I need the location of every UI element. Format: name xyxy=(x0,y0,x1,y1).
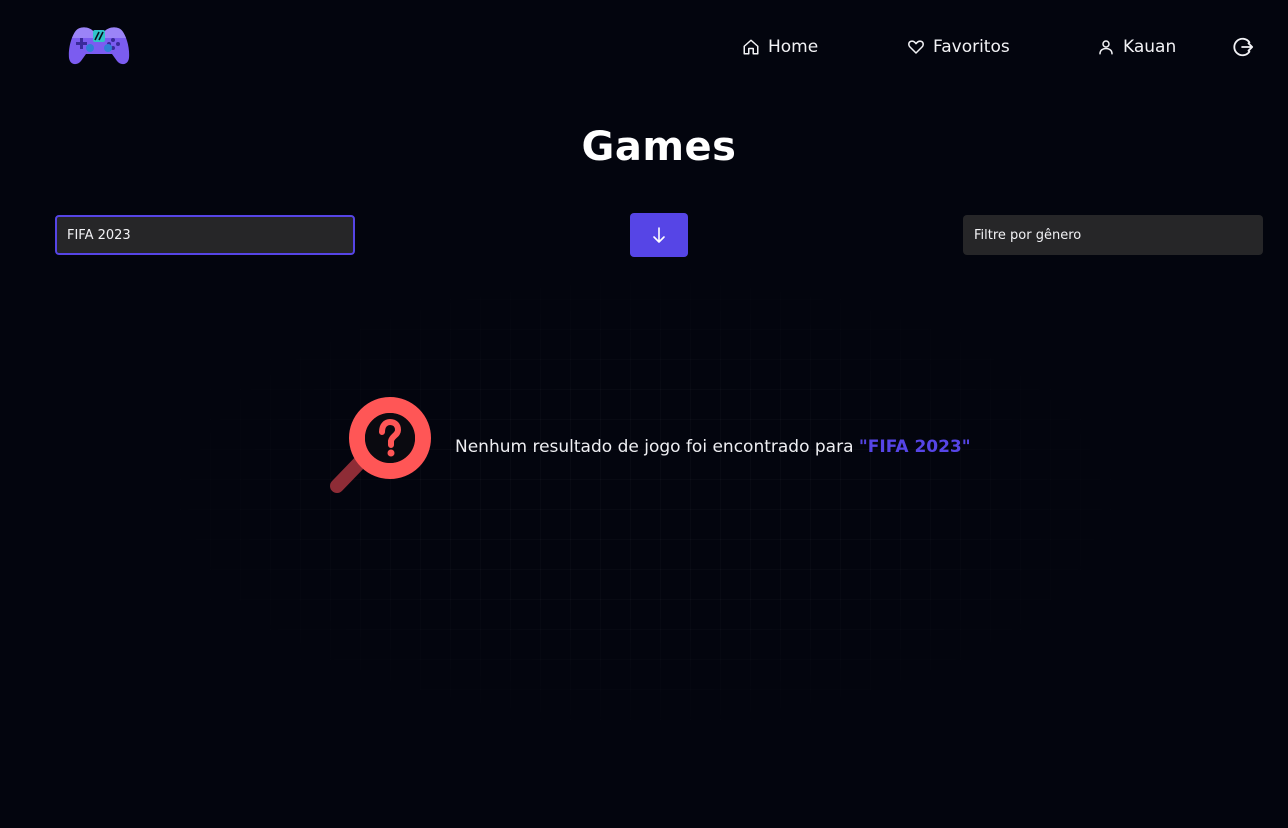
nav-favorites[interactable]: Favoritos xyxy=(907,37,1010,57)
gamepad-icon[interactable] xyxy=(66,24,132,66)
arrow-down-icon xyxy=(653,227,665,243)
nav-home-label: Home xyxy=(768,37,819,57)
grid-background xyxy=(120,250,1170,750)
genre-filter-input[interactable] xyxy=(963,215,1263,255)
empty-state-query: "FIFA 2023" xyxy=(858,437,971,457)
page-title: Games xyxy=(581,124,737,170)
nav-user[interactable]: Kauan xyxy=(1097,37,1176,57)
home-icon xyxy=(743,39,759,55)
empty-state-message: Nenhum resultado de jogo foi encontrado … xyxy=(455,437,971,457)
page: Home Favoritos Kauan Games Nenhum resul xyxy=(0,0,1288,828)
sort-button[interactable] xyxy=(630,213,688,257)
search-input[interactable] xyxy=(55,215,355,255)
logout-icon[interactable] xyxy=(1232,36,1254,58)
nav-user-label: Kauan xyxy=(1123,37,1177,57)
heart-icon xyxy=(908,40,924,54)
user-icon xyxy=(1099,40,1113,55)
empty-state-text: Nenhum resultado de jogo foi encontrado … xyxy=(455,437,854,457)
nav-home[interactable]: Home xyxy=(742,37,818,57)
magnifier-question-icon xyxy=(330,397,431,493)
nav-favorites-label: Favoritos xyxy=(933,37,1010,57)
